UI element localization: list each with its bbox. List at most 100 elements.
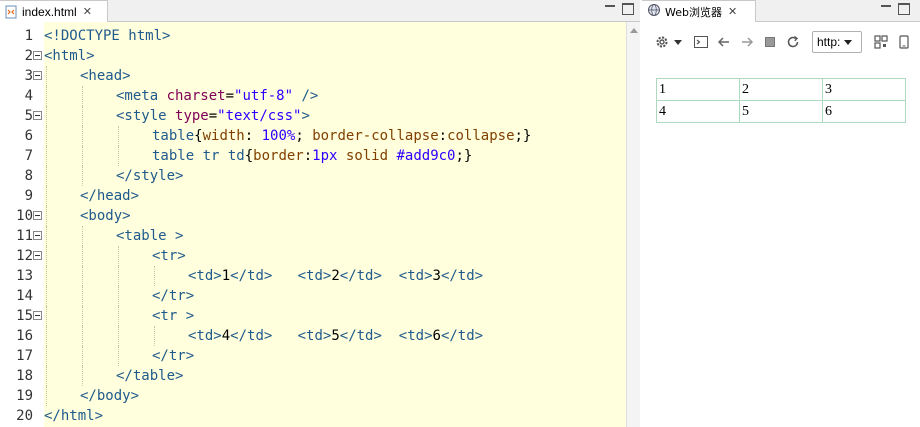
code-editor[interactable]: 1 <!DOCTYPE html> 2 <html> 3 <head> 4 <meta cha… xyxy=(0,22,626,427)
code-token: 1 xyxy=(221,268,231,284)
code-token: { xyxy=(194,128,203,144)
fold-toggle-icon[interactable] xyxy=(33,71,42,80)
indent-guide xyxy=(46,326,47,346)
indent-guide xyxy=(46,66,47,86)
code-line: 17 </tr> xyxy=(0,346,626,366)
indent-guide xyxy=(82,126,83,146)
fold-toggle-icon[interactable] xyxy=(33,251,42,260)
indent-guide xyxy=(46,246,47,266)
code-line: 19 </body> xyxy=(0,386,626,406)
code-token: <table > xyxy=(116,228,184,244)
code-text: <head> xyxy=(80,66,131,86)
code-text: <td>4</td> <td>5</td> <td>6</td> xyxy=(188,326,483,346)
line-number: 10 xyxy=(16,208,33,224)
code-token: <td> xyxy=(297,328,332,344)
code-token: collapse xyxy=(447,128,515,144)
chevron-down-icon[interactable] xyxy=(674,39,682,45)
line-number: 15 xyxy=(16,308,33,324)
tab-web-browser[interactable]: Web浏览器 ✕ xyxy=(642,0,756,22)
code-token: ;} xyxy=(514,128,532,144)
fold-toggle-icon[interactable] xyxy=(33,231,42,240)
code-text: </html> xyxy=(44,406,103,426)
indent-guide xyxy=(82,286,83,306)
url-scheme-value: http: xyxy=(817,35,841,49)
indent-guide xyxy=(46,226,47,246)
indent-guide xyxy=(46,206,47,226)
console-icon[interactable] xyxy=(693,34,709,50)
code-text: </table> xyxy=(116,366,183,386)
fold-toggle-icon[interactable] xyxy=(33,211,42,220)
fold-toggle-icon[interactable] xyxy=(33,311,42,320)
line-number: 6 xyxy=(24,128,33,144)
fold-toggle-icon[interactable] xyxy=(33,51,42,60)
tab-index-html[interactable]: index.html ✕ xyxy=(0,0,108,22)
back-arrow-icon[interactable] xyxy=(716,34,732,50)
indent-guide xyxy=(46,366,47,386)
refresh-icon[interactable] xyxy=(785,34,801,50)
indent-guide xyxy=(82,266,83,286)
qr-code-icon[interactable] xyxy=(873,34,889,50)
device-icon[interactable] xyxy=(896,34,912,50)
code-text: <td>1</td> <td>2</td> <td>3</td> xyxy=(188,266,483,286)
chevron-down-icon xyxy=(844,39,853,45)
code-text: table tr td{border:1px solid #add9c0;} xyxy=(152,146,472,166)
line-number: 7 xyxy=(24,148,33,164)
code-line: 20 </html> xyxy=(0,406,626,426)
indent-guide xyxy=(46,166,47,186)
line-number: 4 xyxy=(24,88,33,104)
code-token: : xyxy=(244,128,262,144)
rendered-table: 123456 xyxy=(656,78,906,123)
code-token: <head> xyxy=(80,68,131,84)
indent-guide xyxy=(82,86,83,106)
minimize-icon[interactable] xyxy=(880,3,892,15)
indent-guide xyxy=(82,346,83,366)
code-token: table tr td xyxy=(152,148,245,164)
close-icon[interactable]: ✕ xyxy=(83,6,92,17)
code-token: /> xyxy=(293,88,319,104)
gear-icon[interactable] xyxy=(654,34,670,50)
stop-icon[interactable] xyxy=(762,34,778,50)
indent-guide xyxy=(154,326,155,346)
code-line: 2 <html> xyxy=(0,46,626,66)
minimize-icon[interactable] xyxy=(604,3,616,15)
indent-guide xyxy=(46,86,47,106)
vertical-scrollbar[interactable] xyxy=(626,22,640,427)
code-token: table xyxy=(152,128,195,144)
code-text: </body> xyxy=(80,386,139,406)
indent-guide xyxy=(118,126,119,146)
code-text: </style> xyxy=(116,166,183,186)
browser-window-controls xyxy=(880,3,910,15)
indent-guide xyxy=(118,286,119,306)
editor-pane: index.html ✕ 1 <!DOCTYPE html> 2 <html> 3 <he… xyxy=(0,0,640,427)
code-line: 1 <!DOCTYPE html> xyxy=(0,26,626,46)
url-scheme-select[interactable]: http: xyxy=(812,31,862,53)
line-number: 3 xyxy=(24,68,33,84)
fold-toggle-icon[interactable] xyxy=(33,111,42,120)
ide-window: index.html ✕ 1 <!DOCTYPE html> 2 <html> 3 <he… xyxy=(0,0,920,427)
maximize-icon[interactable] xyxy=(898,3,910,15)
code-token: </tr> xyxy=(152,348,195,364)
maximize-icon[interactable] xyxy=(622,3,634,15)
forward-arrow-icon[interactable] xyxy=(739,34,755,50)
indent-guide xyxy=(82,166,83,186)
code-line: 18 </table> xyxy=(0,366,626,386)
browser-toolbar: http: xyxy=(642,28,920,56)
code-text: </tr> xyxy=(152,286,194,306)
code-line: 4 <meta charset="utf-8" /> xyxy=(0,86,626,106)
scroll-up-icon[interactable] xyxy=(630,28,638,33)
code-text: <table > xyxy=(116,226,183,246)
browser-viewport: 123456 xyxy=(656,78,906,123)
indent-guide xyxy=(46,146,47,166)
code-token: </td> xyxy=(440,328,484,344)
code-token: 2 xyxy=(331,268,340,284)
close-icon[interactable]: ✕ xyxy=(728,5,737,18)
tab-label: Web浏览器 xyxy=(665,5,722,19)
indent-guide xyxy=(118,346,119,366)
browser-tabbar: Web浏览器 ✕ xyxy=(642,0,920,22)
indent-guide xyxy=(82,326,83,346)
line-number: 5 xyxy=(24,108,33,124)
indent-guide xyxy=(82,366,83,386)
code-line: 14 </tr> xyxy=(0,286,626,306)
